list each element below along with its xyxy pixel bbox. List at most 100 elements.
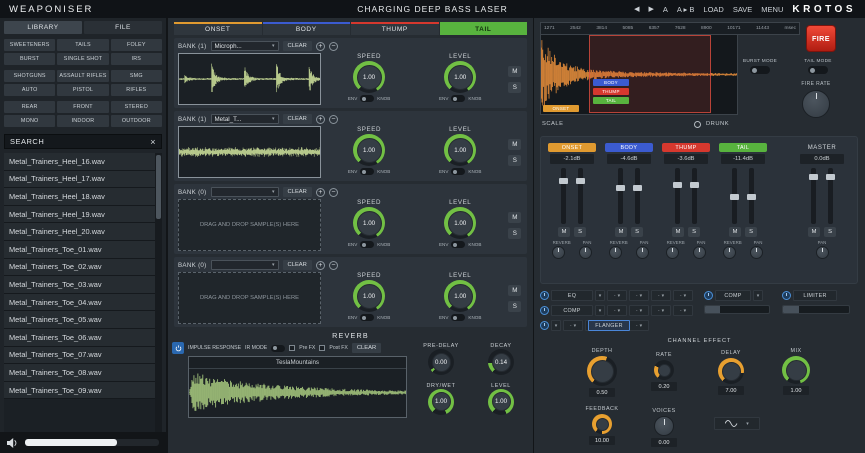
- file-item[interactable]: Metal_Trainers_Toe_06.wav: [4, 329, 162, 347]
- fx-flanger[interactable]: FLANGER: [588, 320, 630, 331]
- speed-knob[interactable]: 1.00: [353, 134, 385, 166]
- fx-eq[interactable]: EQ: [551, 290, 593, 301]
- channel-label[interactable]: TAIL: [719, 143, 767, 152]
- file-item[interactable]: Metal_Trainers_Toe_09.wav: [4, 382, 162, 400]
- clear-button[interactable]: CLEAR: [283, 41, 312, 51]
- solo-button[interactable]: S: [631, 227, 643, 237]
- body-region-label[interactable]: BODY: [593, 79, 629, 86]
- decay-knob[interactable]: 0.14: [488, 349, 514, 375]
- channel-faders[interactable]: [618, 168, 640, 224]
- fx-channel-slot[interactable]: -▾: [629, 290, 649, 301]
- solo-button[interactable]: S: [574, 227, 586, 237]
- sample-select[interactable]: ▾: [211, 187, 279, 197]
- pan-knob[interactable]: [693, 246, 706, 259]
- solo-button[interactable]: S: [508, 82, 521, 93]
- fx-limiter[interactable]: LIMITER: [793, 290, 837, 301]
- channel-faders[interactable]: [561, 168, 583, 224]
- mute-button[interactable]: M: [508, 66, 521, 77]
- file-item[interactable]: Metal_Trainers_Toe_04.wav: [4, 294, 162, 312]
- category-button[interactable]: INDOOR: [57, 115, 108, 127]
- file-item[interactable]: Metal_Trainers_Toe_02.wav: [4, 259, 162, 277]
- ir-clear-button[interactable]: CLEAR: [352, 343, 381, 353]
- category-button[interactable]: MONO: [4, 115, 55, 127]
- category-button[interactable]: FOLEY: [111, 39, 162, 51]
- level-knob[interactable]: 1.00: [444, 134, 476, 166]
- output-waveform[interactable]: ONSET BODY THUMP TAIL: [540, 35, 738, 115]
- fx-channel-slot[interactable]: -▾: [673, 305, 693, 316]
- mute-button[interactable]: M: [615, 227, 627, 237]
- env-knob-toggle[interactable]: [360, 241, 374, 248]
- file-item[interactable]: Metal_Trainers_Toe_05.wav: [4, 311, 162, 329]
- sample-select[interactable]: Metal_T...▾: [211, 114, 279, 124]
- depth-knob[interactable]: [587, 356, 617, 386]
- sample-drop-zone[interactable]: DRAG AND DROP SAMPLE(S) HERE: [178, 272, 321, 324]
- tab-tail[interactable]: TAIL: [440, 22, 528, 35]
- add-sample-button[interactable]: +: [316, 261, 325, 270]
- reverb-send-knob[interactable]: [552, 246, 565, 259]
- drunk-icon[interactable]: [694, 121, 701, 128]
- file-item[interactable]: Metal_Trainers_Toe_01.wav: [4, 241, 162, 259]
- category-button[interactable]: SWEETENERS: [4, 39, 55, 51]
- env-knob-toggle[interactable]: [360, 168, 374, 175]
- sample-select[interactable]: Microph...▾: [211, 41, 279, 51]
- fx-channel-slot[interactable]: -▾: [607, 305, 627, 316]
- reverb-send-knob[interactable]: [666, 246, 679, 259]
- mute-button[interactable]: M: [508, 285, 521, 296]
- tail-mode-toggle[interactable]: [808, 66, 828, 74]
- tab-library[interactable]: LIBRARY: [4, 21, 82, 34]
- tab-body[interactable]: BODY: [263, 22, 351, 35]
- category-button[interactable]: STEREO: [111, 101, 162, 113]
- env-knob-toggle[interactable]: [451, 241, 465, 248]
- postfx-checkbox[interactable]: [319, 345, 325, 351]
- power-icon[interactable]: [540, 306, 549, 315]
- level-knob[interactable]: 1.00: [444, 61, 476, 93]
- ab-compare-button[interactable]: A ▸ B: [677, 5, 695, 14]
- prev-preset-icon[interactable]: ◀: [634, 5, 639, 13]
- file-item[interactable]: Metal_Trainers_Toe_03.wav: [4, 276, 162, 294]
- env-knob-toggle[interactable]: [360, 95, 374, 102]
- mute-button[interactable]: M: [508, 212, 521, 223]
- power-icon[interactable]: [540, 291, 549, 300]
- mute-button[interactable]: M: [729, 227, 741, 237]
- voices-knob[interactable]: [654, 416, 674, 436]
- channel-label[interactable]: BODY: [605, 143, 653, 152]
- prefx-checkbox[interactable]: [289, 345, 295, 351]
- category-button[interactable]: IRS: [111, 53, 162, 65]
- predelay-knob[interactable]: 0.00: [428, 349, 454, 375]
- category-button[interactable]: PISTOL: [57, 84, 108, 96]
- fire-rate-knob[interactable]: [802, 90, 830, 118]
- tab-thump[interactable]: THUMP: [351, 22, 439, 35]
- file-item[interactable]: Metal_Trainers_Heel_20.wav: [4, 223, 162, 241]
- file-list-scrollbar[interactable]: [155, 153, 162, 453]
- env-knob-toggle[interactable]: [451, 314, 465, 321]
- clear-button[interactable]: CLEAR: [283, 260, 312, 270]
- file-item[interactable]: Metal_Trainers_Toe_08.wav: [4, 364, 162, 382]
- remove-sample-button[interactable]: −: [329, 261, 338, 270]
- power-icon[interactable]: [704, 291, 713, 300]
- file-item[interactable]: Metal_Trainers_Toe_07.wav: [4, 347, 162, 365]
- chevron-down-icon[interactable]: ▾: [595, 305, 605, 316]
- channel-label[interactable]: THUMP: [662, 143, 710, 152]
- chevron-down-icon[interactable]: ▾: [595, 290, 605, 301]
- horizontal-scrollbar-thumb[interactable]: [25, 439, 117, 446]
- remove-sample-button[interactable]: −: [329, 188, 338, 197]
- reverb-send-knob[interactable]: [723, 246, 736, 259]
- sample-drop-zone[interactable]: DRAG AND DROP SAMPLE(S) HERE: [178, 199, 321, 251]
- category-button[interactable]: BURST: [4, 53, 55, 65]
- mute-button[interactable]: M: [558, 227, 570, 237]
- clear-button[interactable]: CLEAR: [283, 114, 312, 124]
- env-knob-toggle[interactable]: [451, 168, 465, 175]
- fx-channel-slot[interactable]: -▾: [651, 290, 671, 301]
- fx-channel-slot[interactable]: -▾: [607, 290, 627, 301]
- power-icon[interactable]: [540, 321, 549, 330]
- menu-button[interactable]: MENU: [761, 5, 783, 14]
- ab-a-button[interactable]: A: [663, 5, 668, 14]
- channel-faders[interactable]: [732, 168, 754, 224]
- reverb-level-knob[interactable]: 1.00: [488, 389, 514, 415]
- mute-button[interactable]: M: [808, 227, 820, 237]
- mute-button[interactable]: M: [672, 227, 684, 237]
- feedback-knob[interactable]: [592, 414, 612, 434]
- sample-select[interactable]: ▾: [211, 260, 279, 270]
- horizontal-scrollbar[interactable]: [25, 439, 159, 446]
- speed-knob[interactable]: 1.00: [353, 61, 385, 93]
